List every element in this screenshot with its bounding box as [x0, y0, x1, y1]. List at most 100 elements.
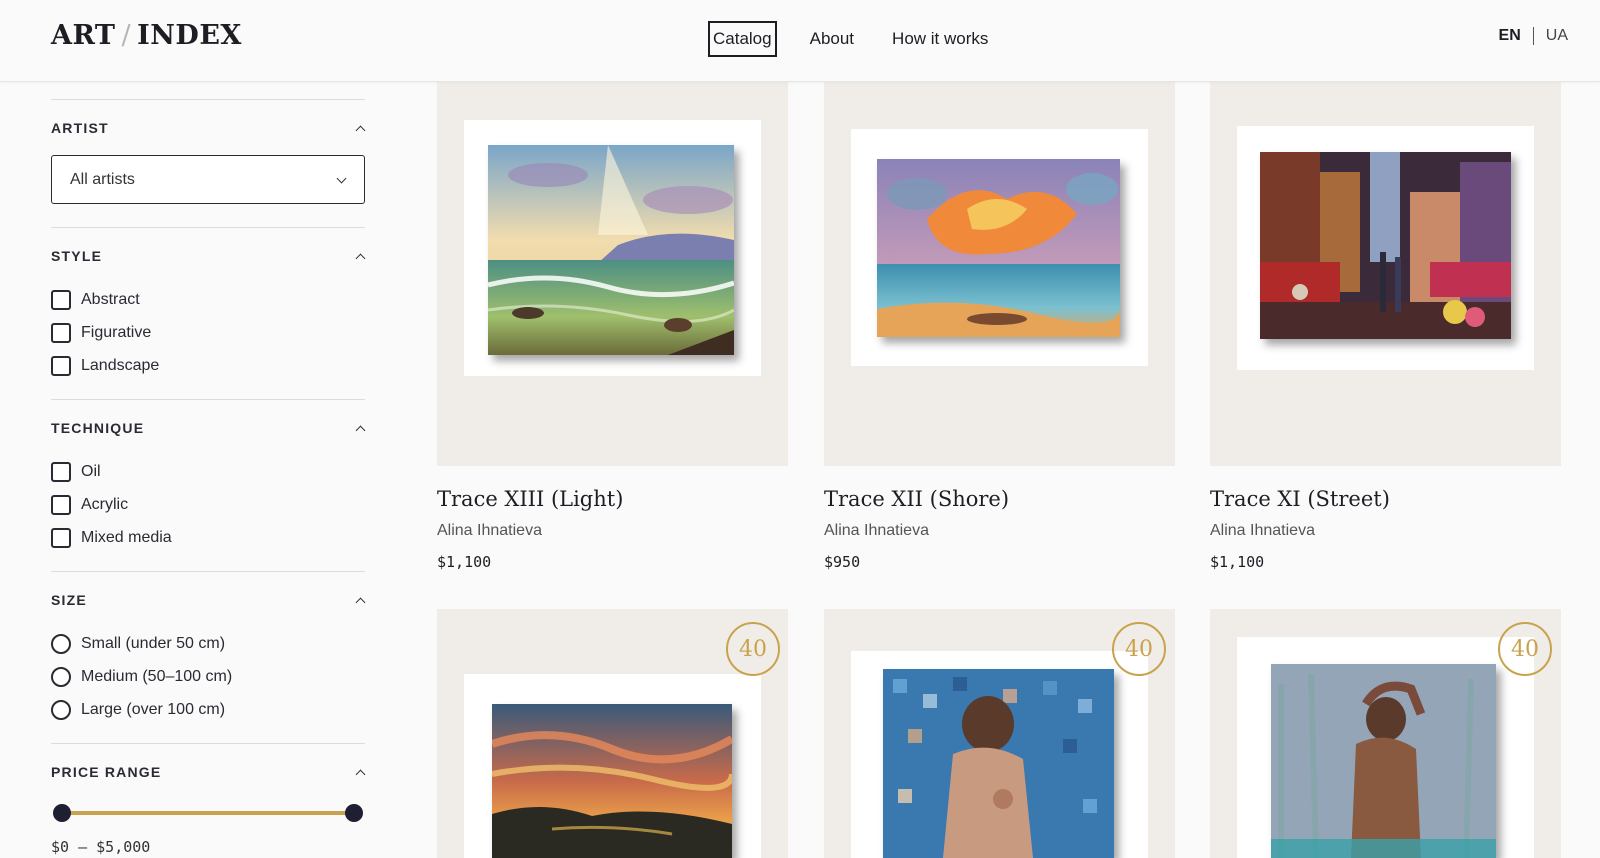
filter-size-title: SIZE [51, 592, 87, 608]
price-max-handle[interactable] [345, 804, 363, 822]
artwork-frame[interactable]: 40 [437, 609, 788, 858]
badge-value: 40 [1511, 636, 1539, 662]
artwork-mat [1237, 637, 1534, 858]
nav-catalog[interactable]: Catalog [708, 21, 777, 57]
size-option-small[interactable]: Small (under 50 cm) [51, 627, 365, 660]
filter-technique: TECHNIQUE Oil Acrylic Mixed media [51, 399, 365, 554]
price-range-text: $0 — $5,000 [51, 838, 151, 856]
artwork-image [877, 159, 1120, 337]
option-label: Medium (50–100 cm) [81, 667, 233, 685]
artwork-title[interactable]: Trace XI (Street) [1210, 487, 1390, 511]
artist-select[interactable]: All artists [51, 155, 365, 204]
artwork-artist[interactable]: Alina Ihnatieva [1210, 522, 1315, 540]
chevron-up-icon[interactable] [355, 595, 365, 605]
product-card[interactable]: 40 [1210, 609, 1561, 858]
size-option-medium[interactable]: Medium (50–100 cm) [51, 660, 365, 693]
lang-en[interactable]: EN [1499, 27, 1521, 45]
artwork-image [492, 704, 732, 858]
checkbox[interactable] [51, 494, 71, 515]
chevron-up-icon[interactable] [355, 123, 365, 133]
site-header: ART / INDEX Catalog About How it works EN … [0, 0, 1600, 82]
technique-option-oil[interactable]: Oil [51, 455, 365, 488]
filter-artist-header[interactable]: ARTIST [51, 120, 365, 136]
product-card[interactable]: 40 [824, 609, 1175, 858]
filter-price-header[interactable]: PRICE RANGE [51, 764, 365, 780]
technique-option-acrylic[interactable]: Acrylic [51, 488, 365, 521]
artwork-image [1271, 664, 1496, 858]
artwork-frame[interactable]: 40 [437, 8, 788, 466]
option-label: Abstract [81, 290, 140, 308]
checkbox[interactable] [51, 461, 71, 482]
checkbox[interactable] [51, 289, 71, 310]
product-card[interactable]: 40 Trace XIII (Light) Alina Ihnatieva $1… [437, 8, 788, 571]
site-logo[interactable]: ART / INDEX [51, 20, 242, 51]
filter-price: PRICE RANGE $0 — $5,000 [51, 743, 365, 856]
artwork-image [1260, 152, 1511, 339]
artwork-mat [851, 129, 1148, 366]
option-label: Mixed media [81, 528, 172, 546]
artwork-title[interactable]: Trace XII (Shore) [824, 487, 1009, 511]
artwork-frame[interactable]: 40 [824, 609, 1175, 858]
product-card[interactable]: 40 [437, 609, 788, 858]
artwork-frame[interactable]: 40 [1210, 8, 1561, 466]
artwork-mat [1237, 126, 1534, 370]
filter-size-header[interactable]: SIZE [51, 592, 365, 608]
discount-badge: 40 [1498, 622, 1552, 676]
logo-art: ART [51, 20, 116, 51]
price-range-track[interactable] [61, 811, 353, 815]
filter-technique-header[interactable]: TECHNIQUE [51, 420, 365, 436]
filter-style: STYLE Abstract Figurative Landscape [51, 227, 365, 382]
chevron-up-icon[interactable] [355, 251, 365, 261]
radio-button[interactable] [51, 666, 71, 687]
radio-button[interactable] [51, 699, 71, 720]
artwork-image [883, 669, 1114, 858]
price-min-handle[interactable] [53, 804, 71, 822]
price-range-slider[interactable] [51, 802, 365, 824]
artwork-mat [464, 120, 761, 376]
artwork-frame[interactable]: 40 [1210, 609, 1561, 858]
artwork-mat [464, 674, 761, 858]
option-label: Oil [81, 462, 101, 480]
discount-badge: 40 [1112, 622, 1166, 676]
filter-style-header[interactable]: STYLE [51, 248, 365, 264]
artist-select-value: All artists [70, 170, 135, 188]
lang-ua[interactable]: UA [1546, 27, 1568, 45]
discount-badge: 40 [726, 622, 780, 676]
filter-style-title: STYLE [51, 248, 103, 264]
option-label: Acrylic [81, 495, 129, 513]
artwork-price: $1,100 [437, 553, 492, 571]
artwork-image [488, 145, 734, 355]
artwork-artist[interactable]: Alina Ihnatieva [437, 522, 542, 540]
nav-how-it-works[interactable]: How it works [887, 21, 993, 57]
option-label: Landscape [81, 356, 160, 374]
logo-index: INDEX [137, 20, 242, 51]
artwork-artist[interactable]: Alina Ihnatieva [824, 522, 929, 540]
artwork-price: $1,100 [1210, 553, 1265, 571]
artwork-frame[interactable]: 40 [824, 8, 1175, 466]
option-label: Figurative [81, 323, 152, 341]
style-option-landscape[interactable]: Landscape [51, 349, 365, 382]
size-option-large[interactable]: Large (over 100 cm) [51, 693, 365, 726]
filter-price-title: PRICE RANGE [51, 764, 162, 780]
chevron-up-icon[interactable] [355, 423, 365, 433]
artwork-mat [851, 651, 1148, 858]
style-option-abstract[interactable]: Abstract [51, 283, 365, 316]
logo-slash: / [121, 20, 132, 51]
filter-artist: ARTIST All artists [51, 99, 365, 227]
product-card[interactable]: 40 Trace XII (Shore) Alina Ihnatieva $95… [824, 8, 1175, 571]
radio-button[interactable] [51, 633, 71, 654]
nav-about[interactable]: About [805, 21, 859, 57]
filter-artist-title: ARTIST [51, 120, 109, 136]
filter-size: SIZE Small (under 50 cm) Medium (50–100 … [51, 571, 365, 726]
checkbox[interactable] [51, 322, 71, 343]
checkbox[interactable] [51, 355, 71, 376]
badge-value: 40 [1125, 636, 1153, 662]
style-option-figurative[interactable]: Figurative [51, 316, 365, 349]
option-label: Large (over 100 cm) [81, 700, 226, 718]
checkbox[interactable] [51, 527, 71, 548]
technique-option-mixed-media[interactable]: Mixed media [51, 521, 365, 554]
language-switcher: EN UA [1499, 27, 1568, 45]
artwork-title[interactable]: Trace XIII (Light) [437, 487, 623, 511]
product-card[interactable]: 40 Trace XI (Street) Alina Ihnatieva $1,… [1210, 8, 1561, 571]
chevron-up-icon[interactable] [355, 767, 365, 777]
